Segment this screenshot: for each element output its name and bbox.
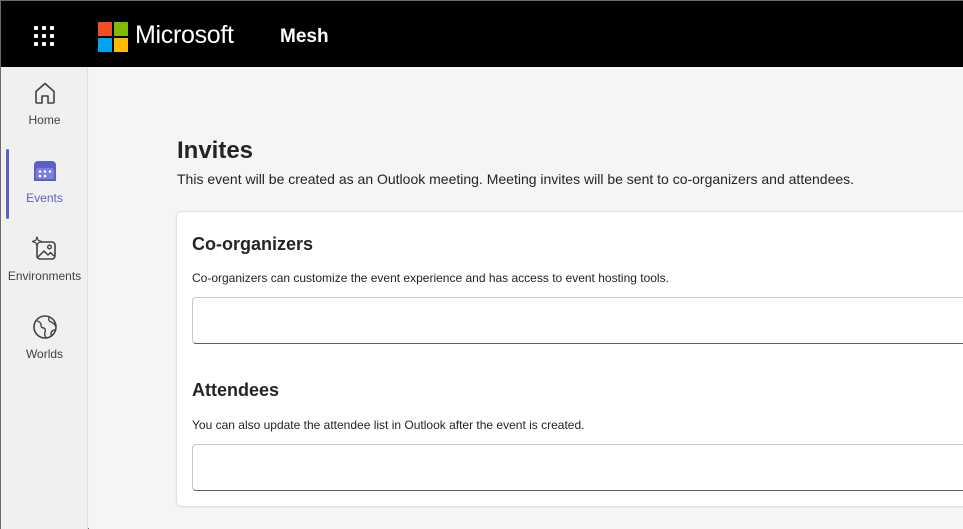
- co-organizers-input[interactable]: [192, 297, 963, 344]
- brand-name: Microsoft: [135, 21, 234, 49]
- attendees-title: Attendees: [192, 380, 280, 400]
- top-bar: Microsoft Mesh: [1, 1, 963, 67]
- microsoft-logo-icon: [98, 22, 128, 52]
- app-name[interactable]: Mesh: [280, 26, 329, 48]
- globe-icon: [32, 315, 57, 339]
- nav-item-environments[interactable]: Environments: [1, 223, 88, 301]
- page-title: Invites: [177, 137, 254, 164]
- attendees-description: You can also update the attendee list in…: [192, 418, 585, 432]
- main-content: Invites This event will be created as an…: [89, 67, 963, 529]
- calendar-icon: [33, 161, 56, 181]
- attendees-input[interactable]: [192, 444, 963, 491]
- left-nav-rail: Home Events Environments Worlds: [1, 67, 88, 529]
- nav-item-label: Worlds: [25, 347, 64, 361]
- nav-item-label: Events: [26, 191, 63, 205]
- invites-card: Co-organizers Co-organizers can customiz…: [176, 211, 963, 507]
- nav-item-home[interactable]: Home: [1, 67, 88, 145]
- home-icon: [34, 82, 55, 104]
- page-description: This event will be created as an Outlook…: [177, 171, 855, 187]
- nav-item-events[interactable]: Events: [1, 145, 88, 223]
- app-launcher-icon[interactable]: [34, 26, 54, 46]
- nav-item-label: Home: [28, 113, 61, 127]
- nav-item-worlds[interactable]: Worlds: [1, 301, 88, 379]
- active-indicator: [6, 149, 9, 219]
- nav-item-label: Environments: [7, 269, 82, 283]
- co-organizers-description: Co-organizers can customize the event ex…: [192, 271, 669, 285]
- image-sparkle-icon: [31, 236, 56, 260]
- co-organizers-title: Co-organizers: [192, 234, 314, 254]
